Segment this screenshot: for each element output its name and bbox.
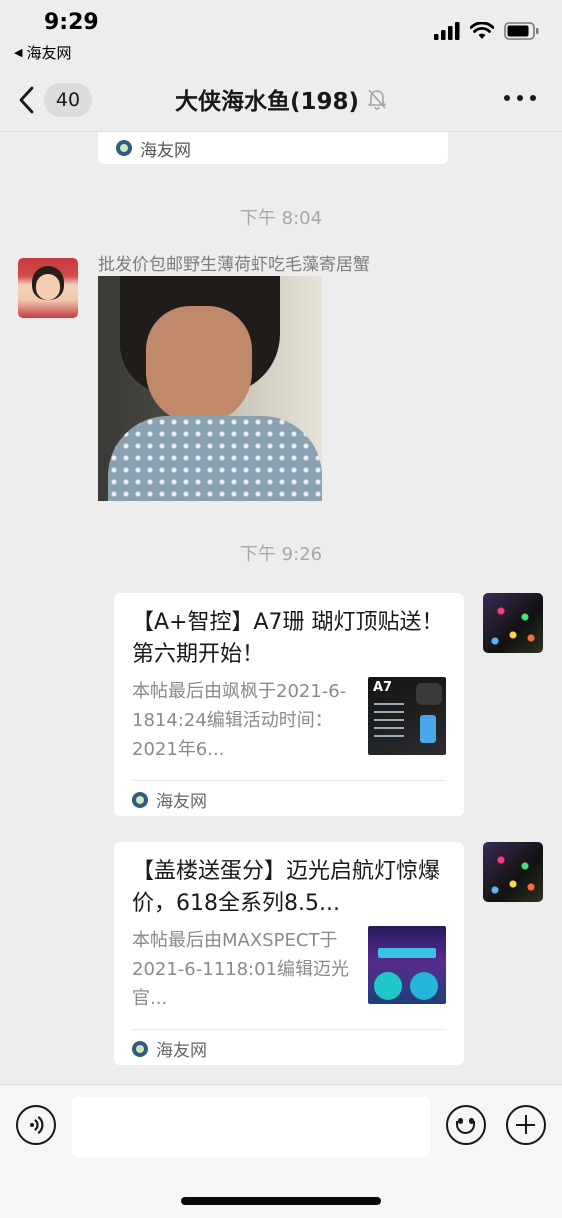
back-app-label: 海友网 (26, 44, 72, 62)
link-card-title: 【盖楼送蛋分】迈光启航灯惊爆价，618全系列8.5... (132, 859, 441, 916)
cellular-signal-icon (434, 22, 460, 40)
phone-image (420, 715, 436, 743)
message-list[interactable]: 海友网 下午 8:04 批发价包邮野生薄荷虾吃毛藻寄居蟹 下午 9:26 【A+… (0, 132, 562, 1084)
source-logo-icon (132, 791, 148, 808)
feature-list-image (374, 703, 404, 743)
back-triangle-icon: ◀ (14, 46, 23, 59)
status-icons (434, 22, 540, 40)
mute-bell-icon (368, 89, 386, 110)
photo-shirt (108, 416, 322, 501)
link-card-title: 【A+智控】A7珊 瑚灯顶贴送！第六期开始！ (132, 610, 444, 667)
link-card-source: 海友网 (132, 1036, 207, 1061)
timestamp: 下午 9:26 (239, 544, 323, 565)
more-functions-button[interactable] (506, 1105, 546, 1145)
link-card-thumbnail: A7 (368, 677, 446, 755)
image-message[interactable] (98, 276, 322, 501)
nav-bar: 40 大侠海水鱼(198) (0, 66, 562, 132)
battery-icon (504, 22, 539, 40)
source-name: 海友网 (156, 1041, 207, 1061)
more-options-button[interactable] (504, 88, 536, 108)
voice-input-button[interactable] (16, 1105, 56, 1145)
more-dot-icon (530, 95, 536, 101)
more-dot-icon (517, 95, 523, 101)
photo-face (146, 306, 252, 424)
product-circle-image (410, 972, 438, 1000)
status-bar: 9:29 ◀ 海友网 (0, 0, 562, 66)
link-card-description: 本帖最后由MAXSPECT于2021-6-1118:01编辑迈光官... (132, 930, 350, 1009)
home-indicator[interactable] (181, 1197, 381, 1205)
link-card-description: 本帖最后由飒枫于2021-6-1814:24编辑活动时间：2021年6... (132, 681, 347, 760)
product-circle-image (374, 972, 402, 1000)
chat-title: 大侠海水鱼(198) (0, 82, 562, 116)
link-card-thumbnail (368, 926, 446, 1004)
timestamp: 下午 8:04 (239, 208, 323, 229)
my-avatar[interactable] (483, 842, 543, 902)
thumbnail-label: A7 (373, 680, 393, 695)
previous-link-card-source[interactable]: 海友网 (98, 132, 448, 164)
emoji-smile-icon (456, 1121, 475, 1134)
link-card[interactable]: 【盖楼送蛋分】迈光启航灯惊爆价，618全系列8.5... 本帖最后由MAXSPE… (114, 842, 464, 1065)
chat-screen: 9:29 ◀ 海友网 40 大侠海水鱼(198) 海友网 下午 8:04 批发价… (0, 0, 562, 1218)
source-logo-icon (116, 140, 132, 156)
status-time: 9:29 (44, 10, 99, 35)
card-divider (132, 780, 446, 781)
source-name: 海友网 (156, 792, 207, 812)
more-dot-icon (504, 95, 510, 101)
chat-title-text: 大侠海水鱼(198) (174, 89, 360, 115)
link-card-source: 海友网 (132, 787, 207, 812)
back-to-app-link[interactable]: ◀ 海友网 (14, 42, 71, 63)
source-logo-icon (132, 1040, 148, 1057)
voice-icon (30, 1116, 44, 1134)
lamp-bar-image (378, 948, 436, 958)
source-name: 海友网 (140, 140, 191, 161)
lamp-image (416, 683, 442, 705)
my-avatar[interactable] (483, 593, 543, 653)
link-card[interactable]: 【A+智控】A7珊 瑚灯顶贴送！第六期开始！ 本帖最后由飒枫于2021-6-18… (114, 593, 464, 816)
message-input[interactable] (72, 1097, 430, 1157)
wifi-icon (470, 22, 494, 39)
sender-name: 批发价包邮野生薄荷虾吃毛藻寄居蟹 (98, 255, 370, 275)
card-divider (132, 1029, 446, 1030)
sender-avatar[interactable] (18, 258, 78, 318)
emoji-button[interactable] (446, 1105, 486, 1145)
